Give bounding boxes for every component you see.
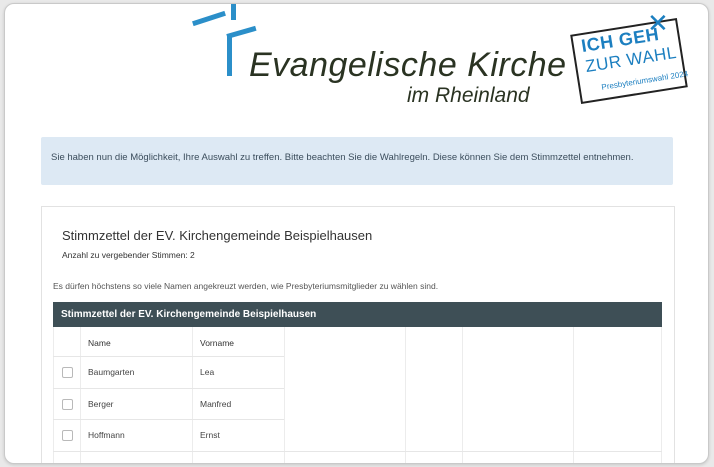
app-window: Evangelische Kirche im Rheinland ✕ ICH G… (4, 3, 709, 464)
cross-mark-icon (231, 4, 236, 20)
cross-mark-icon (227, 34, 232, 76)
voting-rule: Es dürfen höchstens so viele Namen angek… (53, 281, 439, 291)
candidate-first-name: Ernst (200, 430, 220, 440)
table-row[interactable]: Baumgarten Lea (53, 357, 284, 388)
candidate-name: Hoffmann (88, 430, 125, 440)
table-row[interactable]: Berger Manfred (53, 389, 284, 420)
campaign-logo: ✕ ICH GEH ZUR WAHL Presbyteriumswahl 202… (570, 8, 701, 108)
candidate-checkbox[interactable] (62, 367, 73, 378)
org-name: Evangelische Kirche (249, 46, 567, 84)
candidate-checkbox[interactable] (62, 399, 73, 410)
candidate-name: Baumgarten (88, 367, 135, 377)
cross-mark-icon (192, 10, 226, 27)
votes-count: Anzahl zu vergebender Stimmen: 2 (62, 250, 195, 260)
candidate-name: Berger (88, 399, 114, 409)
table-row[interactable]: Hoffmann Ernst (53, 420, 284, 451)
ballot-title: Stimmzettel der EV. Kirchengemeinde Beis… (62, 228, 373, 243)
candidate-first-name: Manfred (200, 399, 232, 409)
cross-mark-icon (226, 25, 257, 39)
ballot-card: Stimmzettel der EV. Kirchengemeinde Beis… (41, 206, 675, 463)
column-header-name: Name (88, 338, 111, 348)
info-banner: Sie haben nun die Möglichkeit, Ihre Ausw… (41, 137, 673, 185)
ballot-table-header: Stimmzettel der EV. Kirchengemeinde Beis… (53, 302, 662, 327)
column-header-first-name: Vorname (200, 338, 235, 348)
ekir-logo: Evangelische Kirche im Rheinland (185, 4, 566, 114)
ballot-table: Name Vorname Baumgarten Lea Berger Manfr… (53, 327, 662, 463)
candidate-checkbox[interactable] (62, 430, 73, 441)
candidate-first-name: Lea (200, 367, 215, 377)
org-subtitle: im Rheinland (407, 84, 530, 107)
